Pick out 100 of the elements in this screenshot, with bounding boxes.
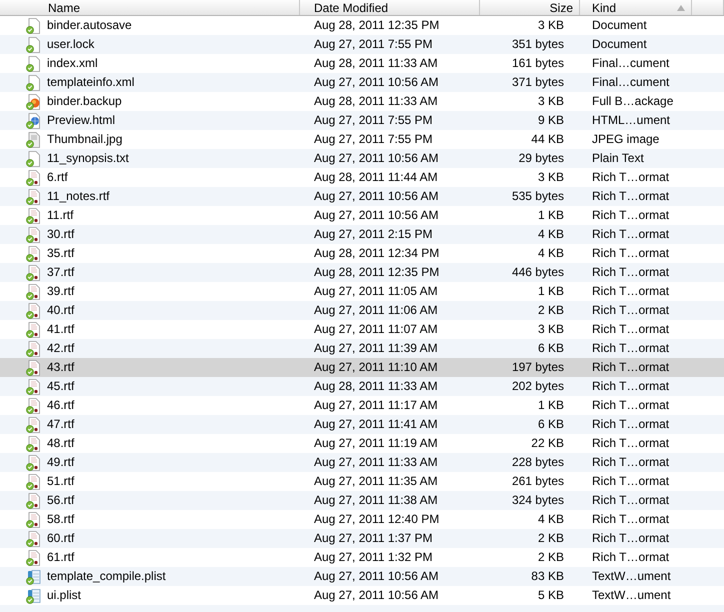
file-size: 9 KB bbox=[538, 113, 564, 128]
column-header-cell[interactable]: Size bbox=[480, 0, 580, 15]
date-modified: Aug 27, 2011 7:55 PM bbox=[314, 37, 433, 52]
file-kind: Rich T…ormat bbox=[592, 398, 670, 413]
document-icon bbox=[26, 74, 42, 90]
document-icon bbox=[26, 170, 42, 186]
file-kind: HTML…ument bbox=[592, 113, 670, 128]
date-modified: Aug 28, 2011 12:34 PM bbox=[314, 246, 440, 261]
file-name: 11.rtf bbox=[47, 208, 74, 223]
date-modified: Aug 27, 2011 11:41 AM bbox=[314, 417, 438, 432]
file-kind: Rich T…ormat bbox=[592, 208, 670, 223]
file-name: 37.rtf bbox=[47, 265, 74, 280]
date-modified: Aug 27, 2011 10:56 AM bbox=[314, 569, 439, 584]
file-name: 58.rtf bbox=[47, 512, 74, 527]
file-name: 47.rtf bbox=[47, 417, 74, 432]
file-name: ui.plist bbox=[47, 588, 82, 603]
document-icon bbox=[26, 226, 42, 242]
file-name: user.lock bbox=[47, 37, 94, 52]
date-modified: Aug 27, 2011 7:55 PM bbox=[314, 113, 433, 128]
file-name: 6.rtf bbox=[47, 170, 68, 185]
date-modified: Aug 27, 2011 11:38 AM bbox=[314, 493, 438, 508]
file-size: 6 KB bbox=[538, 417, 564, 432]
document-icon bbox=[26, 378, 42, 394]
document-icon bbox=[26, 56, 42, 72]
date-modified: Aug 28, 2011 11:33 AM bbox=[314, 379, 438, 394]
date-modified: Aug 28, 2011 12:35 PM bbox=[314, 265, 440, 280]
date-modified: Aug 27, 2011 10:56 AM bbox=[314, 588, 439, 603]
list-file-icon bbox=[26, 588, 42, 604]
file-name: 61.rtf bbox=[47, 550, 74, 565]
file-name: 51.rtf bbox=[47, 474, 74, 489]
file-kind: Final…cument bbox=[592, 56, 670, 71]
date-modified: Aug 27, 2011 10:56 AM bbox=[314, 75, 439, 90]
file-name: 39.rtf bbox=[47, 284, 74, 299]
date-modified: Aug 27, 2011 11:07 AM bbox=[314, 322, 438, 337]
file-kind: Rich T…ormat bbox=[592, 265, 670, 280]
file-size: 324 bytes bbox=[512, 493, 564, 508]
file-size: 371 bytes bbox=[512, 75, 564, 90]
file-kind: Rich T…ormat bbox=[592, 512, 670, 527]
date-modified: Aug 27, 2011 12:40 PM bbox=[314, 512, 440, 527]
file-name: 48.rtf bbox=[47, 436, 74, 451]
list-file-icon bbox=[26, 568, 42, 584]
file-kind: Rich T…ormat bbox=[592, 170, 670, 185]
file-name: template_compile.plist bbox=[47, 569, 166, 584]
file-name: Preview.html bbox=[47, 113, 116, 128]
file-size: 22 KB bbox=[531, 436, 564, 451]
file-size: 3 KB bbox=[538, 94, 564, 109]
file-size: 261 bytes bbox=[512, 474, 564, 489]
file-name: 46.rtf bbox=[47, 398, 74, 413]
document-icon bbox=[26, 208, 42, 224]
file-kind: Final…cument bbox=[592, 75, 670, 90]
file-size: 1 KB bbox=[538, 398, 564, 413]
date-modified: Aug 28, 2011 11:33 AM bbox=[314, 56, 438, 71]
column-title: Name bbox=[48, 0, 80, 14]
file-kind: Rich T…ormat bbox=[592, 531, 670, 546]
file-name: binder.backup bbox=[47, 94, 122, 109]
date-modified: Aug 27, 2011 7:55 PM bbox=[314, 132, 433, 147]
file-name: 42.rtf bbox=[47, 341, 74, 356]
document-icon bbox=[26, 18, 42, 34]
file-kind: Document bbox=[592, 18, 647, 33]
document-icon bbox=[26, 188, 42, 204]
file-row[interactable]: 43.rtf Aug 27, 2011 11:10 AM 197 bytes Rich T…ormat bbox=[0, 358, 724, 377]
file-kind: TextW…ument bbox=[592, 588, 671, 603]
document-icon bbox=[26, 474, 42, 490]
date-modified: Aug 27, 2011 11:33 AM bbox=[314, 455, 438, 470]
file-name: templateinfo.xml bbox=[47, 75, 134, 90]
date-modified: Aug 27, 2011 11:06 AM bbox=[314, 303, 438, 318]
date-modified: Aug 27, 2011 10:56 AM bbox=[314, 208, 439, 223]
column-header-cell[interactable]: Date Modified bbox=[300, 0, 480, 15]
date-modified: Aug 28, 2011 11:33 AM bbox=[314, 94, 438, 109]
file-size: 446 bytes bbox=[512, 265, 564, 280]
sort-arrow-icon bbox=[677, 4, 685, 10]
file-kind: Full B…ackage bbox=[592, 94, 674, 109]
file-size: 2 KB bbox=[538, 303, 564, 318]
date-modified: Aug 27, 2011 10:56 AM bbox=[314, 151, 439, 166]
file-size: 197 bytes bbox=[512, 360, 564, 375]
file-name: 60.rtf bbox=[47, 531, 74, 546]
column-header-cell[interactable]: Name bbox=[0, 0, 300, 15]
date-modified: Aug 27, 2011 11:39 AM bbox=[314, 341, 438, 356]
column-header-cell[interactable]: Kind bbox=[580, 0, 692, 15]
file-size: 228 bytes bbox=[512, 455, 564, 470]
document-icon bbox=[26, 530, 42, 546]
date-modified: Aug 27, 2011 11:19 AM bbox=[314, 436, 438, 451]
file-name: 56.rtf bbox=[47, 493, 74, 508]
file-kind: Rich T…ormat bbox=[592, 303, 670, 318]
column-title: Date Modified bbox=[314, 0, 388, 14]
file-kind: Rich T…ormat bbox=[592, 474, 670, 489]
file-kind: Document bbox=[592, 37, 647, 52]
file-kind: Rich T…ormat bbox=[592, 379, 670, 394]
file-size: 44 KB bbox=[531, 132, 564, 147]
column-title: Size bbox=[550, 0, 573, 14]
file-kind: Rich T…ormat bbox=[592, 417, 670, 432]
file-kind: Rich T…ormat bbox=[592, 550, 670, 565]
file-size: 83 KB bbox=[531, 569, 564, 584]
file-name: 30.rtf bbox=[47, 227, 74, 242]
file-size: 3 KB bbox=[538, 18, 564, 33]
file-size: 2 KB bbox=[538, 531, 564, 546]
file-kind: Rich T…ormat bbox=[592, 360, 670, 375]
file-name: 41.rtf bbox=[47, 322, 74, 337]
file-size: 2 KB bbox=[538, 550, 564, 565]
file-kind: Rich T…ormat bbox=[592, 189, 670, 204]
